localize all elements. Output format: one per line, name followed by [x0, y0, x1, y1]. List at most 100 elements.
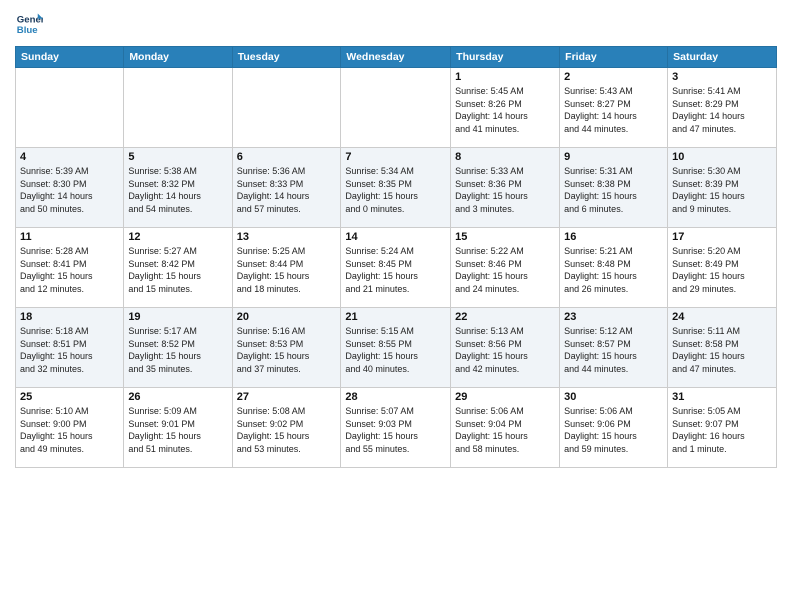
- calendar-cell: 1 Sunrise: 5:45 AM Sunset: 8:26 PM Daylig…: [451, 68, 560, 148]
- day-number: 11: [20, 231, 119, 243]
- day-info: Sunrise: 5:15 AM Sunset: 8:55 PM Dayligh…: [345, 325, 446, 375]
- day-info: Sunrise: 5:43 AM Sunset: 8:27 PM Dayligh…: [564, 85, 663, 135]
- calendar-cell: 7Sunrise: 5:34 AM Sunset: 8:35 PM Daylig…: [341, 148, 451, 228]
- calendar-cell: 18Sunrise: 5:18 AM Sunset: 8:51 PM Dayli…: [16, 308, 124, 388]
- day-info: Sunrise: 5:45 AM Sunset: 8:26 PM Dayligh…: [455, 85, 555, 135]
- day-info: Sunrise: 5:06 AM Sunset: 9:04 PM Dayligh…: [455, 405, 555, 455]
- day-info: Sunrise: 5:30 AM Sunset: 8:39 PM Dayligh…: [672, 165, 772, 215]
- day-number: 17: [672, 231, 772, 243]
- day-info: Sunrise: 5:09 AM Sunset: 9:01 PM Dayligh…: [128, 405, 227, 455]
- day-number: 5: [128, 151, 227, 163]
- day-number: 9: [564, 151, 663, 163]
- calendar-page: General Blue SundayMondayTuesdayWednesda…: [0, 0, 792, 612]
- calendar-cell: 29 Sunrise: 5:06 AM Sunset: 9:04 PM Dayli…: [451, 388, 560, 468]
- day-number: 10: [672, 151, 772, 163]
- day-info: Sunrise: 5:13 AM Sunset: 8:56 PM Dayligh…: [455, 325, 555, 375]
- logo-icon: General Blue: [15, 10, 43, 38]
- day-info: Sunrise: 5:11 AM Sunset: 8:58 PM Dayligh…: [672, 325, 772, 375]
- calendar-cell: [124, 68, 232, 148]
- day-info: Sunrise: 5:10 AM Sunset: 9:00 PM Dayligh…: [20, 405, 119, 455]
- calendar-cell: 14 Sunrise: 5:24 AM Sunset: 8:45 PM Dayli…: [341, 228, 451, 308]
- day-info: Sunrise: 5:12 AM Sunset: 8:57 PM Dayligh…: [564, 325, 663, 375]
- day-info: Sunrise: 5:39 AM Sunset: 8:30 PM Dayligh…: [20, 165, 119, 215]
- day-number: 6: [237, 151, 337, 163]
- calendar-cell: 9 Sunrise: 5:31 AM Sunset: 8:38 PM Daylig…: [560, 148, 668, 228]
- calendar-cell: 31 Sunrise: 5:05 AM Sunset: 9:07 PM Dayli…: [668, 388, 777, 468]
- day-info: Sunrise: 5:38 AM Sunset: 8:32 PM Dayligh…: [128, 165, 227, 215]
- day-number: 15: [455, 231, 555, 243]
- calendar-cell: [16, 68, 124, 148]
- day-number: 31: [672, 391, 772, 403]
- day-info: Sunrise: 5:31 AM Sunset: 8:38 PM Dayligh…: [564, 165, 663, 215]
- day-info: Sunrise: 5:08 AM Sunset: 9:02 PM Dayligh…: [237, 405, 337, 455]
- calendar-cell: 3 Sunrise: 5:41 AM Sunset: 8:29 PM Daylig…: [668, 68, 777, 148]
- calendar-cell: 15 Sunrise: 5:22 AM Sunset: 8:46 PM Dayli…: [451, 228, 560, 308]
- calendar-cell: 16 Sunrise: 5:21 AM Sunset: 8:48 PM Dayli…: [560, 228, 668, 308]
- calendar-cell: 6 Sunrise: 5:36 AM Sunset: 8:33 PM Daylig…: [232, 148, 341, 228]
- day-info: Sunrise: 5:16 AM Sunset: 8:53 PM Dayligh…: [237, 325, 337, 375]
- calendar-cell: 10 Sunrise: 5:30 AM Sunset: 8:39 PM Dayli…: [668, 148, 777, 228]
- calendar-week-1: 1 Sunrise: 5:45 AM Sunset: 8:26 PM Daylig…: [16, 68, 777, 148]
- calendar-cell: 21 Sunrise: 5:15 AM Sunset: 8:55 PM Dayli…: [341, 308, 451, 388]
- calendar-cell: [341, 68, 451, 148]
- calendar-cell: 12 Sunrise: 5:27 AM Sunset: 8:42 PM Dayli…: [124, 228, 232, 308]
- day-info: Sunrise: 5:17 AM Sunset: 8:52 PM Dayligh…: [128, 325, 227, 375]
- calendar-body: 1 Sunrise: 5:45 AM Sunset: 8:26 PM Daylig…: [16, 68, 777, 468]
- weekday-header-friday: Friday: [560, 47, 668, 68]
- calendar-cell: 23 Sunrise: 5:12 AM Sunset: 8:57 PM Dayli…: [560, 308, 668, 388]
- day-number: 25: [20, 391, 119, 403]
- logo: General Blue: [15, 10, 47, 38]
- day-info: Sunrise: 5:22 AM Sunset: 8:46 PM Dayligh…: [455, 245, 555, 295]
- day-number: 16: [564, 231, 663, 243]
- calendar-cell: 2 Sunrise: 5:43 AM Sunset: 8:27 PM Daylig…: [560, 68, 668, 148]
- day-info: Sunrise: 5:25 AM Sunset: 8:44 PM Dayligh…: [237, 245, 337, 295]
- weekday-header-saturday: Saturday: [668, 47, 777, 68]
- day-number: 4: [20, 151, 119, 163]
- calendar-week-2: 4 Sunrise: 5:39 AM Sunset: 8:30 PM Daylig…: [16, 148, 777, 228]
- calendar-cell: 28Sunrise: 5:07 AM Sunset: 9:03 PM Dayli…: [341, 388, 451, 468]
- calendar-cell: 8 Sunrise: 5:33 AM Sunset: 8:36 PM Daylig…: [451, 148, 560, 228]
- calendar-cell: 25 Sunrise: 5:10 AM Sunset: 9:00 PM Dayli…: [16, 388, 124, 468]
- day-number: 1: [455, 71, 555, 83]
- weekday-header-thursday: Thursday: [451, 47, 560, 68]
- day-number: 13: [237, 231, 337, 243]
- calendar-cell: 22 Sunrise: 5:13 AM Sunset: 8:56 PM Dayli…: [451, 308, 560, 388]
- calendar-cell: 5 Sunrise: 5:38 AM Sunset: 8:32 PM Daylig…: [124, 148, 232, 228]
- calendar-week-5: 25 Sunrise: 5:10 AM Sunset: 9:00 PM Dayli…: [16, 388, 777, 468]
- day-number: 23: [564, 311, 663, 323]
- calendar-table: SundayMondayTuesdayWednesdayThursdayFrid…: [15, 46, 777, 468]
- day-info: Sunrise: 5:18 AM Sunset: 8:51 PM Dayligh…: [20, 325, 119, 375]
- day-number: 26: [128, 391, 227, 403]
- day-number: 21: [345, 311, 446, 323]
- calendar-cell: 19 Sunrise: 5:17 AM Sunset: 8:52 PM Dayli…: [124, 308, 232, 388]
- calendar-week-3: 11Sunrise: 5:28 AM Sunset: 8:41 PM Dayli…: [16, 228, 777, 308]
- day-info: Sunrise: 5:21 AM Sunset: 8:48 PM Dayligh…: [564, 245, 663, 295]
- day-info: Sunrise: 5:27 AM Sunset: 8:42 PM Dayligh…: [128, 245, 227, 295]
- day-info: Sunrise: 5:05 AM Sunset: 9:07 PM Dayligh…: [672, 405, 772, 455]
- weekday-header-sunday: Sunday: [16, 47, 124, 68]
- day-number: 3: [672, 71, 772, 83]
- calendar-cell: 27 Sunrise: 5:08 AM Sunset: 9:02 PM Dayli…: [232, 388, 341, 468]
- day-number: 12: [128, 231, 227, 243]
- weekday-header-wednesday: Wednesday: [341, 47, 451, 68]
- calendar-cell: 17Sunrise: 5:20 AM Sunset: 8:49 PM Dayli…: [668, 228, 777, 308]
- day-number: 8: [455, 151, 555, 163]
- day-number: 19: [128, 311, 227, 323]
- day-info: Sunrise: 5:41 AM Sunset: 8:29 PM Dayligh…: [672, 85, 772, 135]
- day-number: 14: [345, 231, 446, 243]
- calendar-cell: 4 Sunrise: 5:39 AM Sunset: 8:30 PM Daylig…: [16, 148, 124, 228]
- day-info: Sunrise: 5:24 AM Sunset: 8:45 PM Dayligh…: [345, 245, 446, 295]
- calendar-cell: [232, 68, 341, 148]
- day-number: 22: [455, 311, 555, 323]
- day-number: 27: [237, 391, 337, 403]
- day-number: 30: [564, 391, 663, 403]
- day-info: Sunrise: 5:33 AM Sunset: 8:36 PM Dayligh…: [455, 165, 555, 215]
- weekday-header-tuesday: Tuesday: [232, 47, 341, 68]
- day-number: 29: [455, 391, 555, 403]
- calendar-header: SundayMondayTuesdayWednesdayThursdayFrid…: [16, 47, 777, 68]
- day-info: Sunrise: 5:36 AM Sunset: 8:33 PM Dayligh…: [237, 165, 337, 215]
- day-number: 2: [564, 71, 663, 83]
- calendar-cell: 13 Sunrise: 5:25 AM Sunset: 8:44 PM Dayli…: [232, 228, 341, 308]
- calendar-cell: 24Sunrise: 5:11 AM Sunset: 8:58 PM Dayli…: [668, 308, 777, 388]
- day-info: Sunrise: 5:06 AM Sunset: 9:06 PM Dayligh…: [564, 405, 663, 455]
